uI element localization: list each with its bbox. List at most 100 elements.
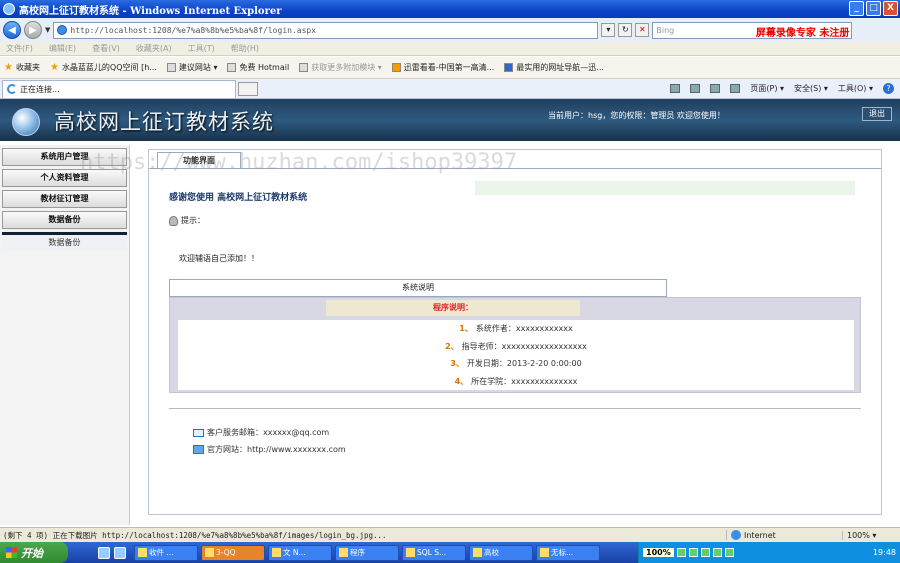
help-icon[interactable]: ? xyxy=(883,83,894,94)
task-item[interactable]: SQL S... xyxy=(402,544,466,561)
tab-divider xyxy=(149,168,881,169)
list-item: 4、 所在学院：xxxxxxxxxxxxxx xyxy=(454,376,578,386)
task-item[interactable]: 高校 xyxy=(469,544,533,561)
sidebar-subitem-backup[interactable]: 数据备份 xyxy=(2,232,127,250)
system-info-body: 程序说明： 1、 系统作者：xxxxxxxxxxxx 2、 指导老师：xxxxxxx… xyxy=(169,297,861,393)
list-item: 3、 开发日期：2013-2-20 0:00:00 xyxy=(450,359,582,369)
menu-file[interactable]: 文件(F) xyxy=(6,43,33,54)
tab-function-page[interactable]: 功能界面 xyxy=(157,152,241,168)
welcome-text: 感谢您使用 高校网上征订教材系统 xyxy=(169,193,308,203)
task-list: 收件 ... 3-QQ 文 N... 程序 SQL S... 高校 无标... xyxy=(134,544,600,561)
logout-button[interactable]: 退出 xyxy=(862,107,892,121)
print-icon[interactable] xyxy=(730,84,741,93)
history-dropdown-icon[interactable]: ▼ xyxy=(45,26,50,34)
address-row: ◀ ▶ ▼ http://localhost:1208/%e7%a8%8b%e5… xyxy=(0,18,900,42)
contact-website[interactable]: 官方网站：http://www.xxxxxxx.com xyxy=(193,444,346,455)
minimize-button[interactable]: _ xyxy=(849,1,864,16)
tray-icon[interactable] xyxy=(700,548,710,557)
task-item[interactable]: 文 N... xyxy=(268,544,332,561)
tray-icon[interactable] xyxy=(688,548,698,557)
system-info-box: 系统说明 程序说明： 1、 系统作者：xxxxxxxxxxxx 2、 指导老师：xx… xyxy=(169,279,861,393)
menu-help[interactable]: 帮助(H) xyxy=(231,43,259,54)
stop-button[interactable]: ✕ xyxy=(635,23,650,37)
search-input[interactable]: Bing 屏幕录像专家 未注册 xyxy=(652,21,853,39)
sidebar-item-user-admin[interactable]: 系统用户管理 xyxy=(2,148,127,166)
contact-email: 客户服务邮箱：xxxxxx@qq.com xyxy=(193,427,329,438)
current-user-info: 当前用户：hsg，您的权限：管理员 欢迎您使用！ xyxy=(548,111,725,120)
menu-bar: 文件(F) 编辑(E) 查看(V) 收藏夹(A) 工具(T) 帮助(H) xyxy=(0,42,900,56)
system-tray: 100% 19:48 xyxy=(638,542,900,563)
menu-tools[interactable]: 工具(T) xyxy=(188,43,215,54)
clock: 19:48 xyxy=(872,548,896,557)
mail-icon[interactable] xyxy=(710,84,721,93)
page-icon xyxy=(227,63,237,72)
search-placeholder: Bing xyxy=(656,25,675,35)
menu-favorites[interactable]: 收藏夹(A) xyxy=(136,43,172,54)
fav-item-xunlei[interactable]: 迅雷看看-中国第一高清... xyxy=(391,62,494,73)
status-text: (剩下 4 项) 正在下载图片 http://localhost:1208/%e… xyxy=(3,530,387,540)
compat-view-button[interactable]: ▾ xyxy=(601,23,616,37)
favorites-button[interactable]: ★ 收藏夹 xyxy=(4,62,40,73)
program-info-list: 1、 系统作者：xxxxxxxxxxxx 2、 指导老师：xxxxxxxxxxxxx… xyxy=(178,320,854,390)
windows-logo-icon xyxy=(6,547,17,558)
browser-tab[interactable]: 正在连接... xyxy=(2,79,236,98)
program-title: 程序说明： xyxy=(326,300,580,316)
menu-edit[interactable]: 编辑(E) xyxy=(49,43,76,54)
fav-item-qzone[interactable]: ★ 水晶蓝蓝儿的QQ空间 [h... xyxy=(50,62,157,73)
star-icon: ★ xyxy=(49,62,59,73)
task-item[interactable]: 3-QQ xyxy=(201,544,265,561)
tray-icon[interactable] xyxy=(712,548,722,557)
window-controls: _ □ X xyxy=(849,1,898,16)
left-sidebar: 系统用户管理 个人资料管理 教材征订管理 数据备份 数据备份 xyxy=(0,145,130,525)
home-icon[interactable] xyxy=(670,84,681,93)
maximize-button[interactable]: □ xyxy=(866,1,881,16)
page-menu[interactable]: 页面(P) ▾ xyxy=(750,83,784,94)
system-title: 高校网上征订教材系统 xyxy=(54,110,274,134)
task-item[interactable]: 程序 xyxy=(335,544,399,561)
loading-icon xyxy=(7,84,17,94)
new-tab-button[interactable] xyxy=(238,81,258,96)
ie-quicklaunch-icon[interactable] xyxy=(98,546,110,559)
fav-item-suggested[interactable]: 建议网站 ▾ xyxy=(166,62,217,73)
address-bar[interactable]: http://localhost:1208/%e7%a8%8b%e5%ba%8f… xyxy=(53,21,599,39)
tools-menu[interactable]: 工具(O) ▾ xyxy=(838,83,873,94)
status-bar: (剩下 4 项) 正在下载图片 http://localhost:1208/%e… xyxy=(0,527,900,542)
tray-icon[interactable] xyxy=(676,548,686,557)
list-item: 2、 指导老师：xxxxxxxxxxxxxxxxxx xyxy=(445,341,587,351)
page-icon xyxy=(57,25,68,35)
start-button[interactable]: 开始 xyxy=(0,542,68,563)
task-item[interactable]: 无标... xyxy=(536,544,600,561)
address-url: http://localhost:1208/%e7%a8%8b%e5%ba%8f… xyxy=(70,25,317,35)
back-button[interactable]: ◀ xyxy=(3,21,21,39)
task-item[interactable]: 收件 ... xyxy=(134,544,198,561)
sidebar-item-textbook-order[interactable]: 教材征订管理 xyxy=(2,190,127,208)
sidebar-item-profile[interactable]: 个人资料管理 xyxy=(2,169,127,187)
list-item: 1、 系统作者：xxxxxxxxxxxx xyxy=(459,324,573,334)
window-titlebar: 高校网上征订教材系统 - Windows Internet Explorer _… xyxy=(0,0,900,18)
tray-percent: 100% xyxy=(643,548,674,557)
system-logo-icon xyxy=(12,108,40,136)
menu-view[interactable]: 查看(V) xyxy=(92,43,120,54)
refresh-button[interactable]: ↻ xyxy=(618,23,633,37)
favorites-bar: ★ 收藏夹 ★ 水晶蓝蓝儿的QQ空间 [h... 建议网站 ▾ 免费 Hotmail… xyxy=(0,57,900,79)
page-icon xyxy=(299,63,309,72)
sidebar-item-backup[interactable]: 数据备份 xyxy=(2,211,127,229)
fav-item-addons[interactable]: 获取更多附加模块 ▾ xyxy=(299,62,382,73)
feeds-icon[interactable] xyxy=(690,84,701,93)
hint-label: 提示： xyxy=(169,215,205,226)
close-button[interactable]: X xyxy=(883,1,898,16)
quick-launch xyxy=(98,546,126,559)
taskbar: 开始 收件 ... 3-QQ 文 N... 程序 SQL S... 高校 无标.… xyxy=(0,542,900,563)
star-icon: ★ xyxy=(4,62,13,73)
forward-button[interactable]: ▶ xyxy=(24,21,42,39)
tray-icon[interactable] xyxy=(724,548,734,557)
fav-item-nav[interactable]: 最实用的网址导航—迅... xyxy=(504,62,604,73)
safety-menu[interactable]: 安全(S) ▾ xyxy=(794,83,828,94)
globe-icon xyxy=(731,530,741,540)
zoom-level[interactable]: 100% ▾ xyxy=(842,530,900,540)
mail-icon xyxy=(193,428,204,437)
fav-item-hotmail[interactable]: 免费 Hotmail xyxy=(227,62,289,73)
ie-app-icon xyxy=(3,3,15,15)
page-icon xyxy=(166,63,176,72)
desktop-quicklaunch-icon[interactable] xyxy=(114,546,126,559)
